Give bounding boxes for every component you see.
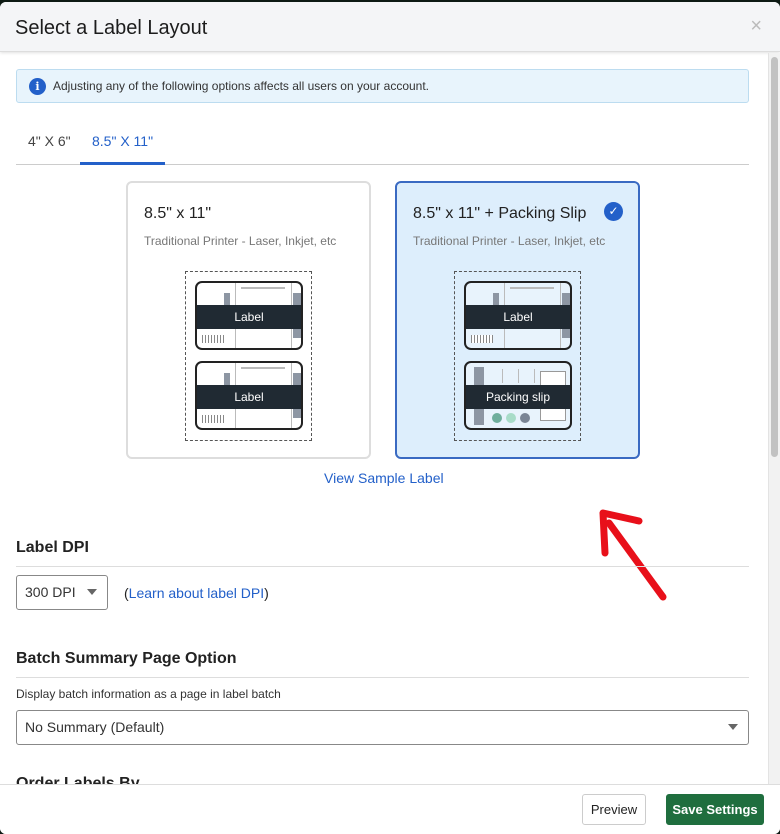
- layout-card-8-5x11-packing-slip[interactable]: 8.5" x 11" + Packing Slip ✓ Traditional …: [395, 181, 640, 459]
- layout-preview: Label Packing slip: [454, 271, 581, 441]
- dpi-value: 300 DPI: [25, 584, 76, 600]
- scrollbar[interactable]: [768, 53, 780, 784]
- part-label: Label: [197, 385, 301, 409]
- chevron-down-icon: [87, 589, 97, 595]
- layout-subtitle: Traditional Printer - Laser, Inkjet, etc: [413, 234, 606, 248]
- batch-description: Display batch information as a page in l…: [16, 687, 281, 701]
- info-notice: i Adjusting any of the following options…: [16, 69, 749, 103]
- close-icon[interactable]: ×: [750, 15, 762, 38]
- part-packing-slip: Packing slip: [466, 385, 570, 409]
- learn-dpi-link[interactable]: Learn about label DPI: [129, 585, 264, 601]
- check-icon: ✓: [604, 202, 623, 221]
- batch-summary-select[interactable]: No Summary (Default): [16, 710, 749, 745]
- notice-text: Adjusting any of the following options a…: [53, 79, 430, 93]
- label-thumbnail: Label: [464, 281, 572, 350]
- layout-subtitle: Traditional Printer - Laser, Inkjet, etc: [144, 234, 337, 248]
- packing-slip-thumbnail: Packing slip: [464, 361, 572, 430]
- layout-preview: Label Label: [185, 271, 312, 441]
- label-dpi-heading: Label DPI: [16, 539, 749, 567]
- layout-title: 8.5" x 11": [144, 205, 212, 222]
- batch-summary-heading: Batch Summary Page Option: [16, 650, 749, 678]
- modal-body: i Adjusting any of the following options…: [0, 53, 768, 784]
- paren: ): [264, 585, 269, 601]
- preview-button[interactable]: Preview: [582, 794, 646, 825]
- layout-card-8-5x11[interactable]: 8.5" x 11" Traditional Printer - Laser, …: [126, 181, 371, 459]
- dpi-select[interactable]: 300 DPI: [16, 575, 108, 610]
- modal-header: Select a Label Layout ×: [0, 2, 780, 52]
- label-thumbnail: Label: [195, 281, 303, 350]
- part-label: Label: [466, 305, 570, 329]
- scrollbar-thumb[interactable]: [771, 57, 778, 457]
- part-label: Label: [197, 305, 301, 329]
- modal-title: Select a Label Layout: [15, 17, 208, 39]
- label-layout-modal: Select a Label Layout × i Adjusting any …: [0, 2, 780, 834]
- batch-value: No Summary (Default): [25, 719, 165, 735]
- layout-title: 8.5" x 11" + Packing Slip: [413, 205, 587, 222]
- chevron-down-icon: [728, 724, 738, 730]
- dpi-help: (Learn about label DPI): [124, 585, 269, 601]
- modal-footer: Preview Save Settings: [0, 784, 780, 834]
- info-icon: i: [29, 78, 46, 95]
- order-labels-heading: Order Labels By: [16, 775, 140, 784]
- save-settings-button[interactable]: Save Settings: [666, 794, 764, 825]
- view-sample-label-link[interactable]: View Sample Label: [324, 470, 444, 486]
- label-thumbnail: Label: [195, 361, 303, 430]
- size-tabs: 4" X 6" 8.5" X 11": [16, 125, 749, 165]
- tab-4x6[interactable]: 4" X 6": [16, 133, 83, 165]
- tab-8-5x11[interactable]: 8.5" X 11": [80, 133, 166, 165]
